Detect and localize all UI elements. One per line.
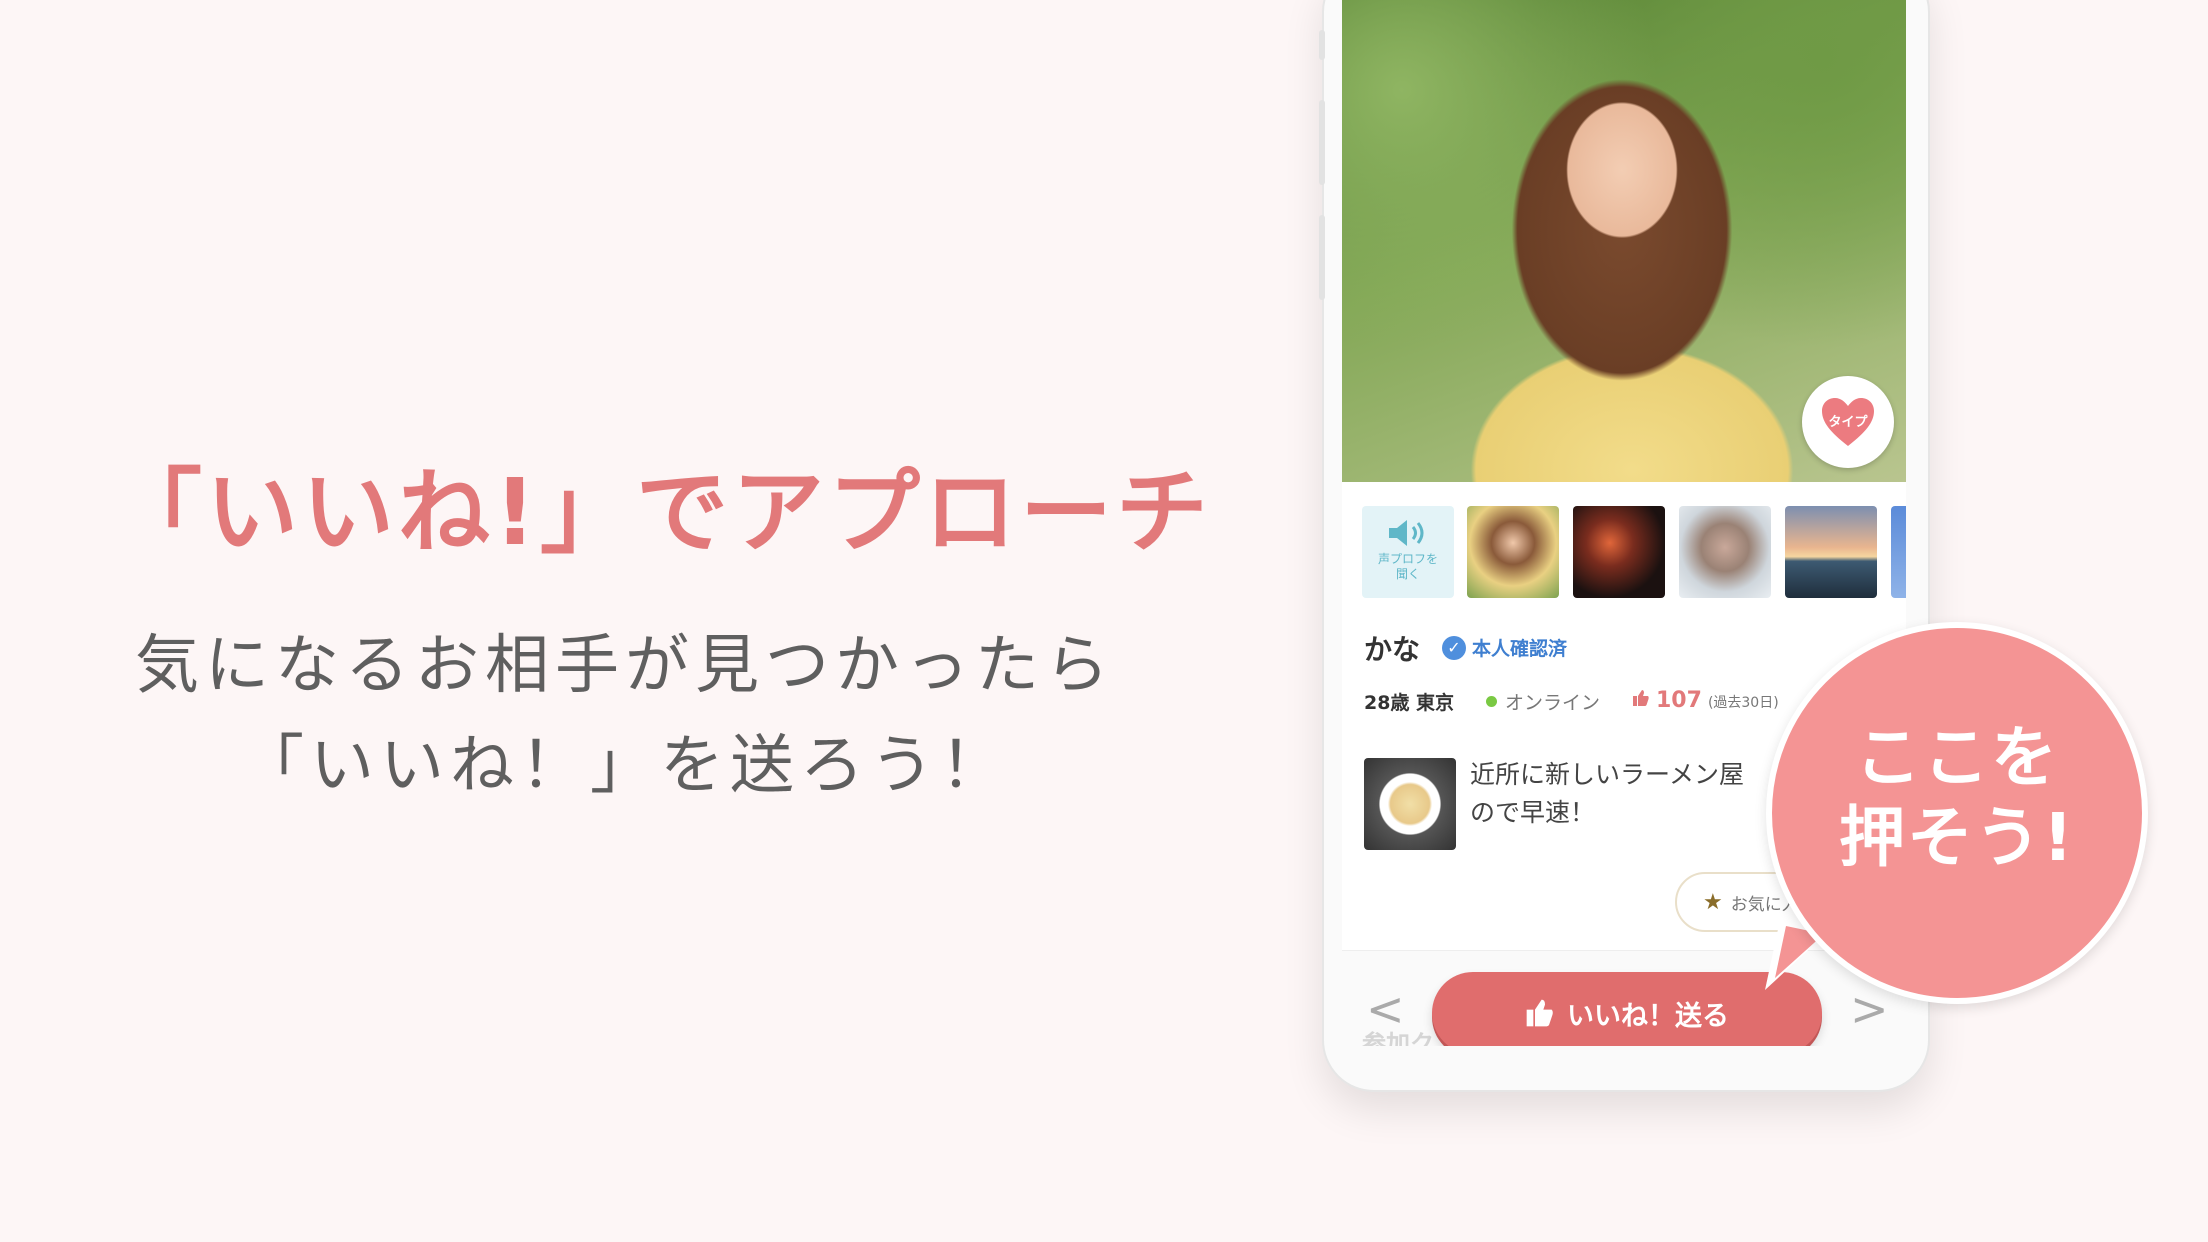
callout-line-1: ここを bbox=[1855, 719, 2059, 796]
phone-side-button bbox=[1319, 30, 1325, 60]
profile-name: かな bbox=[1364, 633, 1421, 666]
thumbnail-photo[interactable] bbox=[1785, 506, 1877, 598]
thumbnail-photo[interactable] bbox=[1891, 506, 1906, 598]
star-icon: ★ bbox=[1703, 889, 1723, 915]
next-arrow[interactable]: > bbox=[1850, 986, 1889, 1032]
verified-label: 本人確認済 bbox=[1472, 638, 1568, 660]
verified-badge: ✓ 本人確認済 bbox=[1442, 634, 1567, 661]
phone-side-button bbox=[1319, 100, 1325, 185]
likes-count: 107 (過去30日) bbox=[1632, 688, 1779, 713]
join-label: 参加ク bbox=[1362, 1030, 1434, 1046]
age-location: 28歳 東京 bbox=[1364, 692, 1455, 714]
speaker-icon bbox=[1389, 520, 1424, 546]
check-icon: ✓ bbox=[1442, 635, 1466, 660]
post-line-1: 近所に新しいラーメン屋 bbox=[1470, 760, 1745, 789]
send-like-label: いいね！送る bbox=[1567, 1000, 1729, 1032]
thumbnail-photo[interactable] bbox=[1467, 506, 1559, 598]
type-label: タイプ bbox=[1828, 414, 1868, 430]
likes-period: (過去30日) bbox=[1707, 695, 1779, 711]
callout-line-2: 押そう! bbox=[1838, 799, 2076, 876]
voice-profile-button[interactable]: 声プロフを 聞く bbox=[1362, 506, 1454, 598]
phone-side-button bbox=[1319, 215, 1325, 300]
online-label: オンライン bbox=[1505, 692, 1601, 714]
post-image[interactable] bbox=[1364, 758, 1456, 850]
voice-label-1: 声プロフを bbox=[1377, 552, 1438, 566]
thumbs-up-icon bbox=[1633, 690, 1649, 706]
thumbnail-photo[interactable] bbox=[1679, 506, 1771, 598]
post-text: 近所に新しいラーメン屋 ので早速！ bbox=[1470, 756, 1790, 832]
subline-1: 気になるお相手が見つかったら bbox=[135, 629, 1115, 703]
thumbs-up-icon bbox=[1526, 999, 1553, 1027]
post-line-2: ので早速！ bbox=[1470, 798, 1596, 827]
headline: 「いいね!」でアプローチ bbox=[110, 459, 1212, 566]
online-status: オンライン bbox=[1486, 688, 1600, 715]
likes-number: 107 bbox=[1656, 688, 1702, 713]
subline-2: 「いいね！」を送ろう！ bbox=[240, 729, 1010, 803]
type-button[interactable]: タイプ bbox=[1802, 376, 1894, 468]
voice-label-2: 聞く bbox=[1395, 567, 1420, 581]
online-dot-icon bbox=[1486, 696, 1497, 707]
callout-text: ここを 押そう! bbox=[1772, 718, 2142, 878]
thumbnail-photo[interactable] bbox=[1573, 506, 1665, 598]
